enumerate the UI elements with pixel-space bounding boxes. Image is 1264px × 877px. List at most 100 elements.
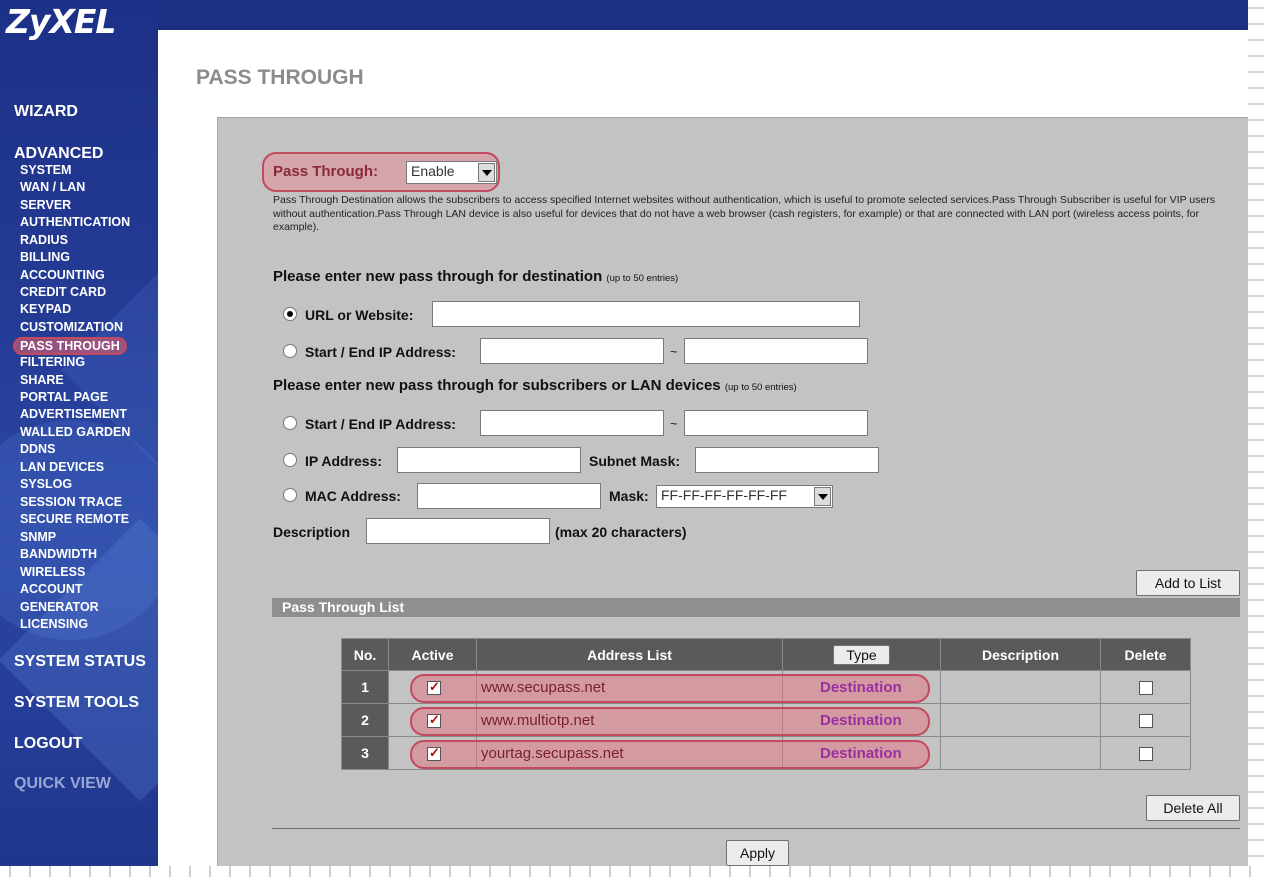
description-cell	[940, 703, 1101, 737]
brand-logo: ZyXEL	[6, 2, 116, 41]
nav-item-pass-through-label: PASS THROUGH	[13, 337, 127, 355]
nav-item-portal-page[interactable]: PORTAL PAGE	[20, 389, 108, 406]
type-value: Destination	[820, 745, 902, 762]
pass-through-select[interactable]: Enable	[406, 161, 497, 184]
sub-ip-range-separator: ~	[670, 416, 678, 431]
nav-item-radius[interactable]: RADIUS	[20, 232, 68, 249]
nav-item-customization[interactable]: CUSTOMIZATION	[20, 319, 123, 336]
nav-item-credit-card[interactable]: CREDIT CARD	[20, 284, 106, 301]
mac-mask-select[interactable]: FF-FF-FF-FF-FF-FF	[656, 485, 833, 508]
delete-checkbox[interactable]	[1138, 681, 1153, 696]
table-header-row: No. Active Address List Type Description…	[341, 638, 1191, 671]
url-radio[interactable]	[283, 307, 297, 321]
nav-item-walled-garden[interactable]: WALLED GARDEN	[20, 424, 130, 441]
description-cell	[940, 736, 1101, 770]
col-description: Description	[940, 638, 1101, 671]
mac-address-input[interactable]	[417, 483, 601, 509]
delete-checkbox[interactable]	[1138, 747, 1153, 762]
nav-item-ddns[interactable]: DDNS	[20, 441, 55, 458]
nav-item-billing[interactable]: BILLING	[20, 249, 70, 266]
sidebar: ZyXEL WIZARD ADVANCED SYSTEM WAN / LAN S…	[0, 0, 158, 877]
mac-address-radio[interactable]	[283, 488, 297, 502]
nav-item-secure-remote[interactable]: SECURE REMOTE	[20, 511, 129, 528]
url-label: URL or Website:	[305, 307, 414, 323]
mac-address-label: MAC Address:	[305, 488, 401, 504]
description-label: Description	[273, 524, 351, 540]
ip-address-input[interactable]	[397, 447, 581, 473]
ip-address-radio[interactable]	[283, 453, 297, 467]
pass-through-label: Pass Through:	[273, 163, 379, 180]
nav-advanced[interactable]: ADVANCED	[14, 145, 103, 163]
nav-item-advertisement[interactable]: ADVERTISEMENT	[20, 406, 127, 423]
dest-end-ip-input[interactable]	[684, 338, 868, 364]
col-no: No.	[341, 638, 389, 671]
apply-button[interactable]: Apply	[726, 840, 789, 866]
nav-item-licensing[interactable]: LICENSING	[20, 616, 88, 633]
active-checkbox[interactable]	[427, 745, 441, 761]
sub-ip-range-radio[interactable]	[283, 416, 297, 430]
nav-item-server[interactable]: SERVER	[20, 197, 71, 214]
nav-wizard[interactable]: WIZARD	[14, 103, 78, 121]
description-note: (max 20 characters)	[555, 524, 687, 540]
subnet-mask-label: Subnet Mask:	[589, 453, 681, 469]
col-delete: Delete	[1100, 638, 1191, 671]
type-value: Destination	[820, 712, 902, 729]
destination-heading: Please enter new pass through for destin…	[273, 268, 678, 285]
dest-start-ip-input[interactable]	[480, 338, 664, 364]
divider	[272, 828, 1240, 829]
subscriber-heading-note: (up to 50 entries)	[724, 382, 797, 393]
nav-item-session-trace[interactable]: SESSION TRACE	[20, 494, 122, 511]
row-number: 1	[341, 670, 389, 704]
delete-checkbox[interactable]	[1138, 714, 1153, 729]
active-checkbox[interactable]	[427, 712, 441, 728]
nav-item-keypad[interactable]: KEYPAD	[20, 301, 71, 318]
nav-item-system[interactable]: SYSTEM	[20, 162, 71, 179]
sub-start-ip-input[interactable]	[480, 410, 664, 436]
nav-item-pass-through[interactable]: PASS THROUGH	[13, 337, 127, 355]
nav-item-syslog[interactable]: SYSLOG	[20, 476, 72, 493]
nav-item-wan-lan[interactable]: WAN / LAN	[20, 179, 85, 196]
nav-item-share[interactable]: SHARE	[20, 372, 64, 389]
nav-system-status[interactable]: SYSTEM STATUS	[14, 653, 146, 671]
type-value: Destination	[820, 679, 902, 696]
nav-system-tools[interactable]: SYSTEM TOOLS	[14, 694, 139, 712]
destination-heading-text: Please enter new pass through for destin…	[273, 268, 603, 285]
mask-label: Mask:	[609, 488, 649, 504]
nav-item-wireless[interactable]: WIRELESS	[20, 564, 85, 581]
dest-ip-range-separator: ~	[670, 344, 678, 359]
nav-item-bandwidth[interactable]: BANDWIDTH	[20, 546, 97, 563]
row-number: 3	[341, 736, 389, 770]
ip-address-label: IP Address:	[305, 453, 383, 469]
nav-item-generator[interactable]: GENERATOR	[20, 599, 99, 616]
active-checkbox[interactable]	[427, 679, 441, 695]
nav-item-account[interactable]: ACCOUNT	[20, 581, 83, 598]
subscriber-heading: Please enter new pass through for subscr…	[273, 377, 797, 394]
nav-item-authentication[interactable]: AUTHENTICATION	[20, 214, 130, 231]
torn-edge	[1248, 0, 1264, 877]
dropdown-arrow-icon	[814, 487, 831, 506]
delete-all-button[interactable]: Delete All	[1146, 795, 1240, 821]
top-bar	[158, 0, 1250, 30]
type-sort-button[interactable]: Type	[833, 644, 890, 665]
url-input[interactable]	[432, 301, 860, 327]
nav-logout[interactable]: LOGOUT	[14, 735, 82, 753]
description-cell	[940, 670, 1101, 704]
nav-quick-view[interactable]: QUICK VIEW	[14, 775, 111, 793]
subscriber-heading-text: Please enter new pass through for subscr…	[273, 377, 721, 394]
add-to-list-button[interactable]: Add to List	[1136, 570, 1240, 596]
description-text: Pass Through Destination allows the subs…	[273, 194, 1215, 233]
nav-item-lan-devices[interactable]: LAN DEVICES	[20, 459, 104, 476]
mac-mask-value: FF-FF-FF-FF-FF-FF	[661, 487, 787, 503]
subnet-mask-input[interactable]	[695, 447, 879, 473]
nav-item-filtering[interactable]: FILTERING	[20, 354, 85, 371]
nav-item-snmp[interactable]: SNMP	[20, 529, 56, 546]
description-input[interactable]	[366, 518, 550, 544]
delete-cell	[1100, 736, 1191, 770]
torn-edge	[0, 866, 1264, 877]
address-value: www.secupass.net	[481, 679, 606, 696]
nav-item-accounting[interactable]: ACCOUNTING	[20, 267, 105, 284]
col-active: Active	[388, 638, 477, 671]
row-number: 2	[341, 703, 389, 737]
dest-ip-range-radio[interactable]	[283, 344, 297, 358]
sub-end-ip-input[interactable]	[684, 410, 868, 436]
